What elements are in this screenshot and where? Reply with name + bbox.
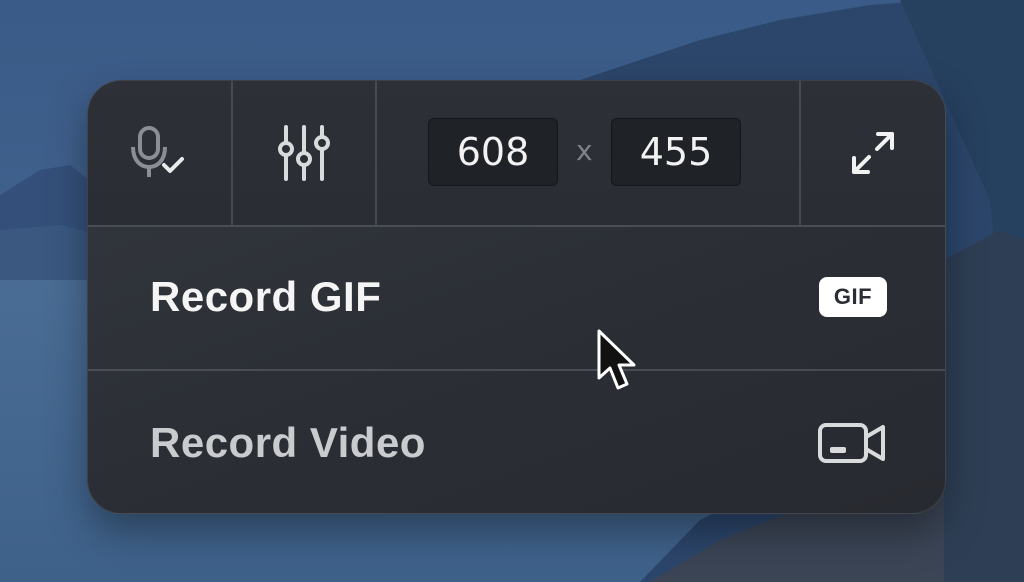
video-camera-icon xyxy=(818,423,885,463)
dimension-times-label: x xyxy=(576,134,593,167)
gif-badge-icon: GIF xyxy=(819,277,887,317)
record-video-item[interactable]: Record Video xyxy=(88,371,945,513)
capture-panel: 608 x 455 Record GIF GIF Record Video xyxy=(87,80,946,514)
microphone-check-icon xyxy=(130,126,184,177)
record-gif-label: Record GIF xyxy=(150,273,382,320)
microphone-button[interactable] xyxy=(88,81,231,225)
record-gif-item[interactable]: Record GIF GIF xyxy=(88,225,945,369)
toolbar-divider xyxy=(375,81,377,225)
expand-icon xyxy=(852,132,894,174)
fullscreen-button[interactable] xyxy=(801,81,945,225)
settings-button[interactable] xyxy=(233,81,375,225)
toolbar: 608 x 455 xyxy=(88,81,945,227)
record-video-label: Record Video xyxy=(150,419,426,466)
height-input[interactable]: 455 xyxy=(611,118,741,186)
mouse-cursor-icon xyxy=(597,329,636,390)
width-input[interactable]: 608 xyxy=(428,118,558,186)
sliders-icon xyxy=(278,125,330,181)
